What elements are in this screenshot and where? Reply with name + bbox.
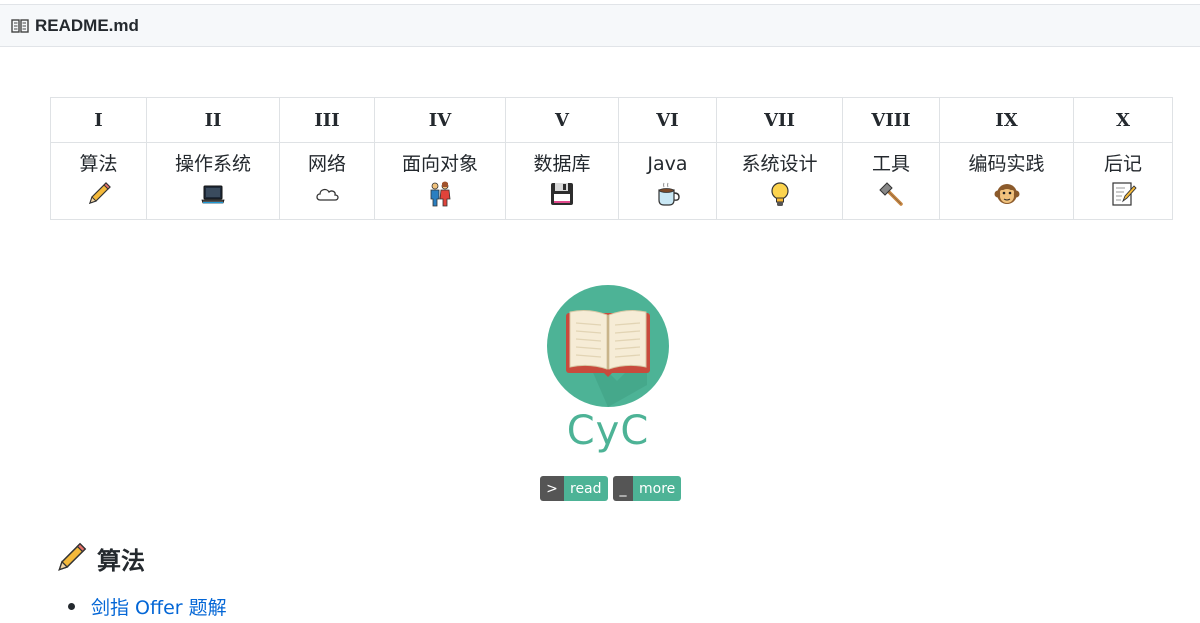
memo-icon[interactable] bbox=[1074, 180, 1172, 208]
toc-cell-system-design[interactable]: 系统设计 bbox=[716, 142, 843, 220]
hammer-icon[interactable] bbox=[843, 180, 939, 208]
toc-numeral: VII bbox=[716, 97, 843, 143]
toc-cell-database[interactable]: 数据库 bbox=[505, 142, 619, 220]
toc-numeral: IX bbox=[939, 97, 1074, 143]
badge-prompt: > bbox=[540, 476, 564, 501]
toc-cell-oop[interactable]: 面向对象 bbox=[374, 142, 506, 220]
toc-cell-algorithm[interactable]: 算法 bbox=[50, 142, 147, 220]
badge-prompt: _ bbox=[613, 476, 633, 501]
bullet bbox=[68, 602, 75, 610]
toc-table: I II III IV V VI VII VIII IX X 算法 操作系统 网… bbox=[50, 97, 1173, 220]
toc-numeral: VI bbox=[618, 97, 717, 143]
toc-cell-os[interactable]: 操作系统 bbox=[146, 142, 280, 220]
section-heading: 算法 bbox=[53, 540, 145, 576]
toc-link[interactable]: 操作系统 bbox=[147, 150, 279, 178]
sword-offer-link[interactable]: 剑指 Offer 题解 bbox=[91, 593, 227, 620]
badge-label: more bbox=[633, 476, 682, 501]
pencil-icon[interactable] bbox=[51, 180, 146, 208]
list-item: 剑指 Offer 题解 bbox=[68, 592, 227, 620]
laptop-icon[interactable] bbox=[147, 180, 279, 208]
toc-cell-postscript[interactable]: 后记 bbox=[1073, 142, 1173, 220]
toc-link[interactable]: 系统设计 bbox=[717, 150, 842, 178]
toc-numeral: IV bbox=[374, 97, 506, 143]
floppy-disk-icon[interactable] bbox=[506, 180, 618, 208]
toc-cell-tools[interactable]: 工具 bbox=[842, 142, 940, 220]
toc-link[interactable]: 数据库 bbox=[506, 150, 618, 178]
toc-link[interactable]: 后记 bbox=[1074, 150, 1172, 178]
toc-link[interactable]: 编码实践 bbox=[940, 150, 1073, 178]
toc-link-row: 算法 操作系统 网络 面向对象 数据库 Java 系统设计 工具 编码实践 后记 bbox=[50, 142, 1173, 220]
link-list: 剑指 Offer 题解 bbox=[68, 592, 227, 620]
toc-link[interactable]: Java bbox=[619, 150, 716, 178]
more-badge[interactable]: _ more bbox=[613, 476, 682, 501]
toc-link[interactable]: 面向对象 bbox=[375, 150, 505, 178]
file-header: README.md bbox=[0, 4, 1200, 47]
toc-numeral: X bbox=[1073, 97, 1173, 143]
badge-label: read bbox=[564, 476, 608, 501]
light-bulb-icon[interactable] bbox=[717, 180, 842, 208]
file-name: README.md bbox=[35, 15, 139, 35]
cloud-icon[interactable] bbox=[280, 180, 374, 208]
toc-link[interactable]: 工具 bbox=[843, 150, 939, 178]
toc-cell-java[interactable]: Java bbox=[618, 142, 717, 220]
pencil-icon bbox=[53, 540, 89, 576]
toc-link[interactable]: 网络 bbox=[280, 150, 374, 178]
toc-numeral: III bbox=[279, 97, 375, 143]
section-title: 算法 bbox=[97, 546, 145, 575]
open-book-icon bbox=[547, 285, 669, 407]
toc-link[interactable]: 算法 bbox=[51, 150, 146, 178]
toc-numeral: II bbox=[146, 97, 280, 143]
toc-header-row: I II III IV V VI VII VIII IX X bbox=[50, 97, 1173, 143]
read-badge[interactable]: > read bbox=[540, 476, 608, 501]
monkey-icon[interactable] bbox=[940, 180, 1073, 208]
coffee-icon[interactable] bbox=[619, 180, 716, 208]
toc-numeral: V bbox=[505, 97, 619, 143]
toc-numeral: I bbox=[50, 97, 147, 143]
toc-cell-coding-practice[interactable]: 编码实践 bbox=[939, 142, 1074, 220]
book-icon bbox=[11, 18, 31, 34]
brand-name: CyC bbox=[566, 408, 650, 454]
toc-cell-network[interactable]: 网络 bbox=[279, 142, 375, 220]
toc-numeral: VIII bbox=[842, 97, 940, 143]
couple-icon[interactable] bbox=[375, 180, 505, 208]
